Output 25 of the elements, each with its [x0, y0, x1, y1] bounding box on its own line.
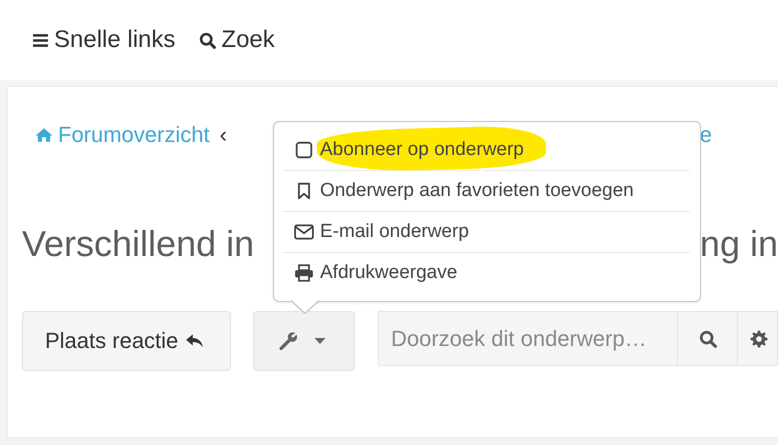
menu-item[interactable]: E-mail onderwerp — [284, 211, 690, 252]
printer-icon — [294, 264, 314, 282]
topic-title: ng in — [700, 223, 778, 265]
topic-title: Verschillend in — [22, 223, 254, 265]
search-icon — [698, 330, 716, 348]
gear-icon — [750, 330, 768, 348]
header-link[interactable]: Snelle links — [32, 26, 176, 54]
home-icon — [35, 126, 53, 144]
search-button[interactable] — [678, 311, 738, 366]
search-icon — [199, 32, 216, 48]
wrench-icon — [278, 331, 298, 351]
reply-icon — [185, 332, 206, 350]
search-field[interactable]: Doorzoek dit onderwerp… — [378, 311, 678, 366]
envelope-icon — [294, 223, 314, 241]
breadcrumb-separator: ‹ — [220, 122, 227, 148]
tools-button[interactable] — [253, 311, 355, 371]
settings-button[interactable] — [738, 311, 778, 366]
checkbox-icon — [294, 141, 314, 159]
menu-item[interactable]: Onderwerp aan favorieten toevoegen — [284, 170, 690, 211]
reply-button[interactable]: Plaats reactie — [22, 311, 232, 371]
menu-item[interactable]: Afdrukweergave — [284, 252, 690, 293]
caret-icon — [314, 337, 326, 345]
menu-item[interactable]: Abonneer op onderwerp — [284, 130, 690, 170]
menu-icon — [32, 32, 49, 48]
header-link[interactable]: Zoek — [199, 26, 275, 54]
